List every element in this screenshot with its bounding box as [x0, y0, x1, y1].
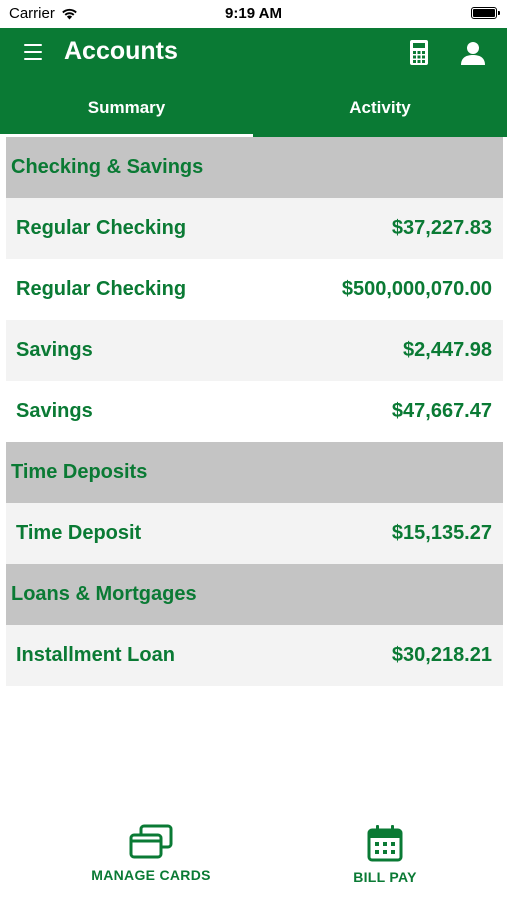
manage-cards-button[interactable]: MANAGE CARDS	[80, 824, 222, 883]
tab-bar: Summary Activity	[0, 80, 507, 137]
user-icon[interactable]	[460, 40, 486, 66]
account-balance: $500,000,070.00	[341, 278, 492, 300]
account-name: Savings	[16, 339, 93, 361]
account-row[interactable]: Regular Checking $500,000,070.00	[6, 259, 503, 320]
accounts-list: Checking & Savings Regular Checking $37,…	[6, 137, 503, 686]
manage-cards-label: MANAGE CARDS	[91, 867, 211, 883]
app-header: Accounts	[0, 28, 507, 80]
bill-pay-label: BILL PAY	[353, 869, 417, 885]
account-row[interactable]: Savings $47,667.47	[6, 381, 503, 442]
page-title: Accounts	[64, 37, 178, 65]
bill-pay-button[interactable]: BILL PAY	[333, 824, 437, 885]
tab-activity-label: Activity	[349, 98, 411, 117]
menu-icon[interactable]	[24, 44, 42, 60]
tab-activity[interactable]: Activity	[253, 80, 507, 137]
account-row[interactable]: Installment Loan $30,218.21	[6, 625, 503, 686]
account-balance: $47,667.47	[391, 400, 492, 422]
account-balance: $2,447.98	[403, 339, 492, 361]
account-row[interactable]: Regular Checking $37,227.83	[6, 198, 503, 259]
section-header-checking-savings: Checking & Savings	[6, 137, 503, 198]
account-name: Regular Checking	[16, 217, 187, 239]
battery-icon	[471, 7, 500, 19]
calculator-icon[interactable]	[409, 39, 429, 66]
account-name: Savings	[16, 400, 93, 422]
status-time: 9:19 AM	[225, 5, 282, 22]
tab-summary[interactable]: Summary	[0, 80, 253, 137]
calendar-icon	[367, 825, 403, 862]
bottom-action-bar: MANAGE CARDS BILL PAY	[0, 820, 507, 900]
account-row[interactable]: Time Deposit $15,135.27	[6, 503, 503, 564]
status-bar: Carrier 9:19 AM	[0, 0, 507, 28]
account-name: Regular Checking	[16, 278, 187, 300]
account-balance: $37,227.83	[391, 217, 492, 239]
tab-summary-label: Summary	[87, 98, 166, 117]
section-header-loans-mortgages: Loans & Mortgages	[6, 564, 503, 625]
account-name: Installment Loan	[16, 644, 175, 666]
account-balance: $15,135.27	[391, 522, 492, 544]
cards-icon	[129, 824, 173, 859]
account-balance: $30,218.21	[391, 644, 492, 666]
account-row[interactable]: Savings $2,447.98	[6, 320, 503, 381]
section-header-time-deposits: Time Deposits	[6, 442, 503, 503]
account-name: Time Deposit	[16, 522, 142, 544]
